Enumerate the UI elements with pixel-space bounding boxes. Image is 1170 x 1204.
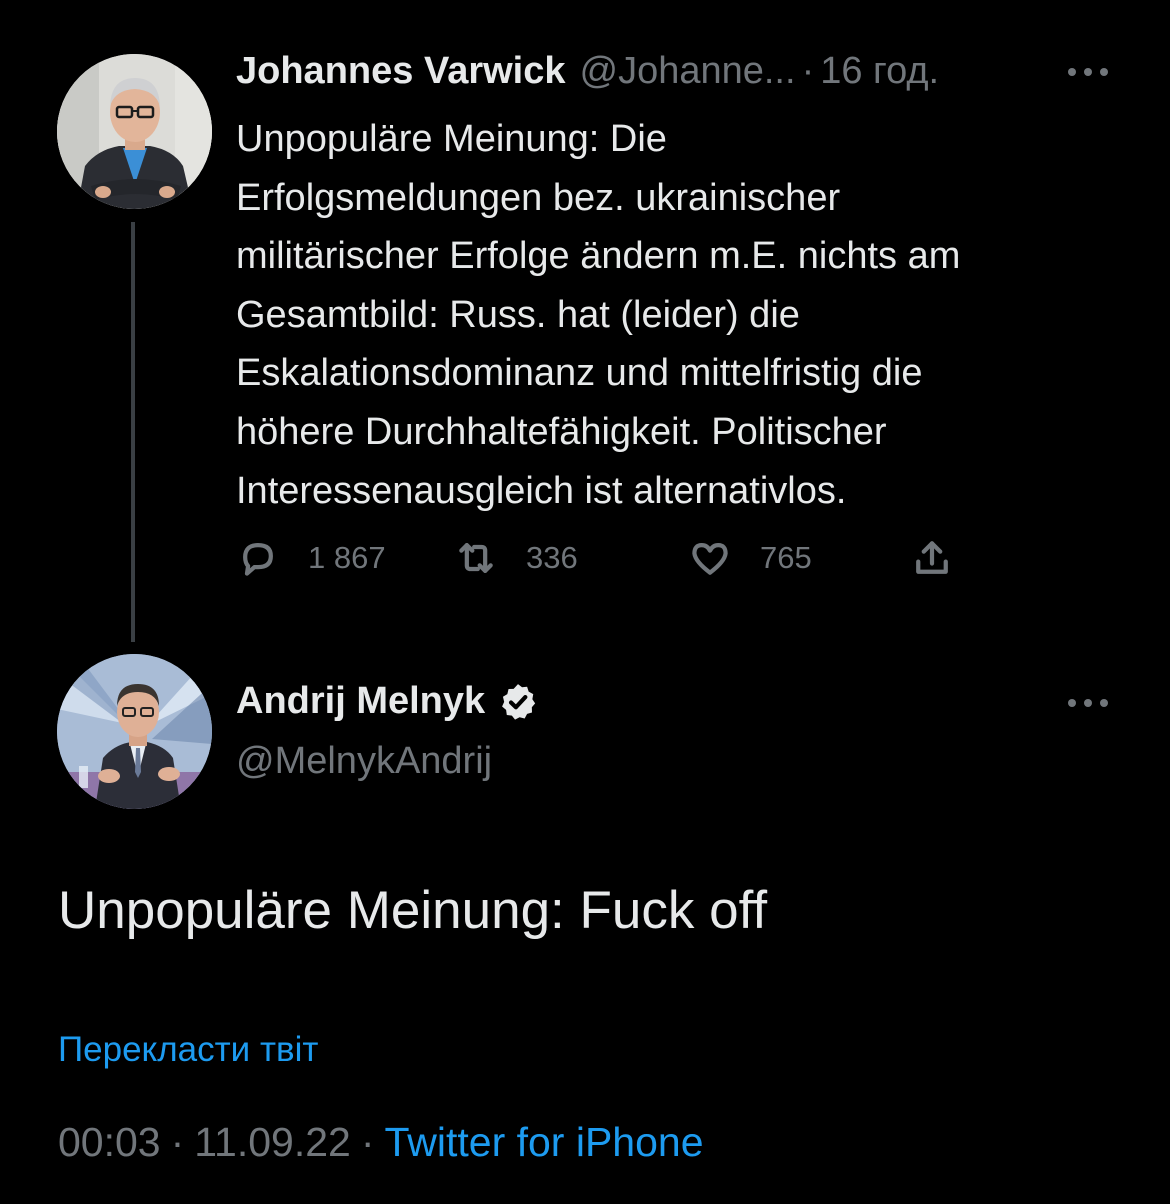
parent-display-name[interactable]: Johannes Varwick bbox=[236, 50, 566, 93]
translate-tweet-link[interactable]: Перекласти твіт bbox=[58, 1030, 318, 1070]
main-display-name-row: Andrij Melnyk bbox=[236, 680, 539, 723]
header-separator: · bbox=[801, 50, 815, 92]
main-display-name[interactable]: Andrij Melnyk bbox=[236, 680, 485, 723]
avatar-photo bbox=[57, 54, 212, 209]
avatar-andrij-melnyk[interactable] bbox=[57, 654, 212, 809]
reply-icon bbox=[243, 543, 273, 576]
like-icon bbox=[692, 543, 728, 575]
tweet-source-link[interactable]: Twitter for iPhone bbox=[384, 1119, 703, 1166]
parent-tweet-text: Unpopuläre Meinung: Die Erfolgsmeldungen… bbox=[236, 118, 961, 512]
tweet-meta-line: 00:03 · 11.09.22 · Twitter for iPhone bbox=[58, 1119, 704, 1166]
meta-separator: · bbox=[170, 1119, 185, 1165]
verified-icon bbox=[502, 683, 536, 720]
retweet-count: 336 bbox=[526, 540, 578, 575]
parent-timestamp[interactable]: 16 год. bbox=[820, 50, 939, 93]
share-button[interactable] bbox=[910, 530, 954, 586]
parent-handle[interactable]: @Johanne... bbox=[580, 50, 796, 93]
tweet-date: 11.09.22 bbox=[194, 1119, 351, 1165]
tweet-time: 00:03 bbox=[58, 1119, 161, 1165]
like-button[interactable]: 765 bbox=[688, 530, 812, 586]
more-icon[interactable] bbox=[1068, 66, 1108, 78]
retweet-button[interactable]: 336 bbox=[454, 530, 578, 586]
thread-connector-line bbox=[131, 222, 135, 642]
parent-tweet-header: Johannes Varwick @Johanne... · 16 год. bbox=[236, 50, 939, 100]
reply-button[interactable]: 1 867 bbox=[236, 530, 386, 586]
main-handle[interactable]: @MelnykAndrij bbox=[236, 740, 492, 783]
avatar-johannes-varwick[interactable] bbox=[57, 54, 212, 209]
reply-count: 1 867 bbox=[308, 540, 386, 575]
like-count: 765 bbox=[760, 540, 812, 575]
tweet-actions-bar: 1 867 336 765 bbox=[236, 530, 976, 586]
more-icon[interactable] bbox=[1068, 697, 1108, 709]
main-tweet-text: Unpopuläre Meinung: Fuck off bbox=[58, 881, 768, 940]
meta-separator: · bbox=[360, 1119, 375, 1165]
share-icon bbox=[916, 541, 948, 574]
avatar-photo bbox=[57, 654, 212, 809]
retweet-icon bbox=[459, 543, 493, 573]
